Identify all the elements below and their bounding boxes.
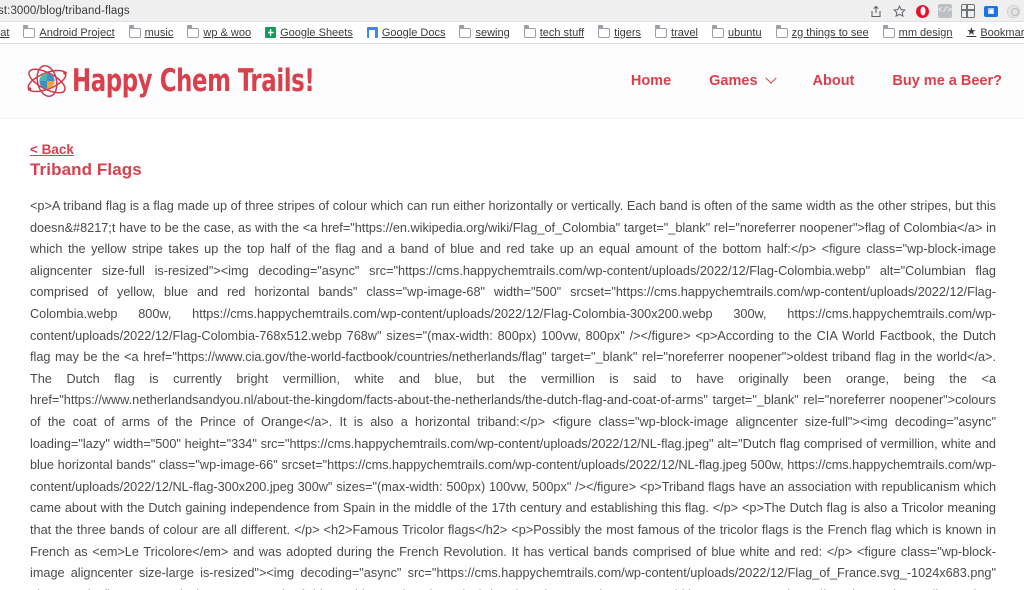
folder-icon — [711, 25, 724, 38]
bookmark-label: sewing — [475, 26, 510, 39]
google-docs-icon — [366, 27, 378, 38]
folder-icon — [187, 25, 200, 38]
folder-icon — [775, 25, 788, 38]
back-link[interactable]: < Back — [30, 142, 74, 157]
star-icon: ★ — [966, 26, 977, 38]
page-body: < Back Triband Flags <p>A triband flag i… — [0, 119, 1024, 590]
bookmark-item[interactable]: ★Bookmarks — [959, 22, 1024, 43]
folder-icon — [523, 25, 536, 38]
bookmarks-bar: neat Android Project music wp & woo Google S… — [0, 22, 1024, 44]
bookmark-label: neat — [0, 26, 10, 39]
bookmark-item[interactable]: mm design — [876, 22, 960, 43]
nav-item-buy-me-a-beer[interactable]: Buy me a Beer? — [892, 73, 1002, 89]
bookmark-item[interactable]: tech stuff — [517, 22, 591, 43]
google-sheets-icon — [265, 27, 277, 38]
bookmark-item[interactable]: zg things to see — [769, 22, 876, 43]
bookmark-label: tigers — [614, 26, 642, 39]
bookmark-label: Bookmarks — [980, 26, 1024, 39]
code-view-icon[interactable]: </> — [938, 4, 952, 18]
bookmark-star-icon[interactable] — [892, 4, 907, 19]
url-text[interactable]: st:3000/blog/triband-flags — [0, 5, 130, 17]
site-logo[interactable]: Happy Chem Trails! — [24, 62, 368, 100]
bookmark-item[interactable]: wp & woo — [180, 22, 258, 43]
bookmark-label: ubuntu — [727, 26, 762, 39]
bookmark-label: music — [144, 26, 174, 39]
nav-item-label: About — [812, 73, 855, 89]
blue-extension-icon[interactable]: ▣ — [984, 5, 998, 17]
nav-item-home[interactable]: Home — [631, 73, 671, 89]
main-navigation: Home Games About Buy me a Beer? — [631, 72, 1002, 89]
bookmark-label: Google Docs — [381, 26, 446, 39]
folder-icon — [598, 25, 611, 38]
bookmark-item[interactable]: tigers — [591, 22, 648, 43]
bookmark-item[interactable]: ubuntu — [705, 22, 769, 43]
site-header: Happy Chem Trails! Home Games About Buy me … — [0, 44, 1024, 119]
browser-chrome: st:3000/blog/triband-flags </> ▣ neat And… — [0, 0, 1024, 44]
logo-text: Happy Chem Trails! — [72, 63, 315, 99]
raw-html-content: <p>A triband flag is a flag made up of t… — [30, 199, 996, 590]
bookmark-label: Android Project — [39, 26, 115, 39]
bookmark-item[interactable]: neat — [0, 22, 16, 43]
bookmark-item[interactable]: Google Sheets — [258, 22, 360, 43]
atom-logo-icon — [27, 64, 67, 98]
chevron-down-icon[interactable] — [764, 72, 777, 84]
folder-icon — [655, 25, 668, 38]
bookmark-item[interactable]: travel — [648, 22, 705, 43]
nav-item-about[interactable]: About — [813, 73, 855, 89]
bookmark-label: zg things to see — [791, 26, 869, 39]
profile-avatar-icon[interactable] — [1007, 4, 1020, 18]
opera-extension-icon[interactable] — [916, 4, 929, 18]
bookmark-item[interactable]: Google Docs — [360, 22, 453, 43]
bookmark-item[interactable]: Android Project — [16, 22, 121, 43]
share-icon[interactable] — [868, 4, 883, 19]
folder-icon — [128, 25, 141, 38]
nav-item-games[interactable]: Games — [709, 72, 777, 89]
bookmark-item[interactable]: music — [122, 22, 181, 43]
nav-item-label: Buy me a Beer? — [892, 73, 1002, 89]
bookmark-label: Google Sheets — [280, 26, 353, 39]
url-bar-actions: </> ▣ — [868, 0, 1020, 22]
bookmark-item[interactable]: sewing — [452, 22, 516, 43]
bookmark-label: tech stuff — [539, 26, 585, 39]
nav-item-label: Home — [630, 73, 672, 89]
nav-item-label: Games — [709, 73, 758, 89]
folder-icon — [23, 25, 36, 38]
url-bar[interactable]: st:3000/blog/triband-flags </> ▣ — [0, 0, 1024, 22]
bookmark-label: wp & woo — [203, 26, 252, 39]
bookmark-label: mm design — [898, 26, 953, 39]
bookmark-label: travel — [671, 26, 698, 39]
folder-icon — [459, 25, 472, 38]
folder-icon — [882, 25, 895, 38]
page-title: Triband Flags — [30, 160, 142, 179]
grid-extension-icon[interactable] — [961, 4, 975, 18]
